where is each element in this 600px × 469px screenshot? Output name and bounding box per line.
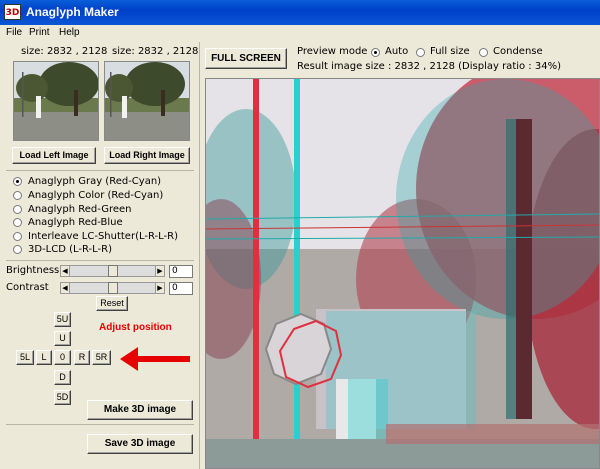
anaglyph-preview-image — [205, 78, 600, 469]
app-3d-icon: 3D — [4, 4, 21, 20]
left-image-size: size: 2832 , 2128 — [21, 46, 108, 57]
reset-button[interactable]: Reset — [96, 296, 128, 311]
radio-icon[interactable] — [13, 245, 22, 254]
preview-condense-radio[interactable] — [479, 48, 488, 57]
move-down-5-button[interactable]: 5D — [54, 390, 71, 405]
mode-label: Anaglyph Red-Blue — [28, 217, 123, 228]
right-image-thumbnail — [104, 61, 190, 141]
slider-thumb[interactable] — [108, 282, 118, 294]
mode-label: Anaglyph Gray (Red-Cyan) — [28, 176, 162, 187]
move-up-button[interactable]: U — [54, 331, 71, 346]
preview-condense-label[interactable]: Condense — [493, 46, 543, 57]
left-image-thumbnail — [13, 61, 99, 141]
preview-fullsize-label[interactable]: Full size — [430, 46, 470, 57]
slider-thumb[interactable] — [108, 265, 118, 277]
radio-icon[interactable] — [13, 205, 22, 214]
result-image-size: Result image size : 2832 , 2128 (Display… — [297, 61, 561, 72]
window-title: Anaglyph Maker — [26, 5, 119, 19]
load-left-image-button[interactable]: Load Left Image — [12, 147, 96, 164]
load-right-image-button[interactable]: Load Right Image — [104, 147, 190, 164]
radio-icon[interactable] — [13, 218, 22, 227]
brightness-value[interactable]: 0 — [169, 265, 193, 278]
mode-label: Anaglyph Red-Green — [28, 204, 132, 215]
slider-right-arrow-icon[interactable]: ▶ — [155, 283, 164, 293]
preview-mode-label: Preview mode — [297, 46, 368, 57]
adjust-position-label: Adjust position — [99, 322, 172, 333]
preview-panel: FULL SCREEN Preview mode Auto Full size … — [201, 42, 600, 469]
move-center-button[interactable]: 0 — [54, 350, 71, 365]
menu-file[interactable]: File — [6, 27, 22, 38]
contrast-value[interactable]: 0 — [169, 282, 193, 295]
preview-fullsize-radio[interactable] — [416, 48, 425, 57]
slider-right-arrow-icon[interactable]: ▶ — [155, 266, 164, 276]
divider — [6, 260, 194, 261]
right-image-size: size: 2832 , 2128 — [112, 46, 199, 57]
slider-left-arrow-icon[interactable]: ◀ — [61, 283, 70, 293]
mode-label: 3D-LCD (L-R-L-R) — [28, 244, 113, 255]
radio-icon[interactable] — [13, 177, 22, 186]
make-3d-image-button[interactable]: Make 3D image — [87, 400, 193, 420]
slider-left-arrow-icon[interactable]: ◀ — [61, 266, 70, 276]
preview-auto-label[interactable]: Auto — [385, 46, 408, 57]
divider — [6, 424, 194, 425]
mode-label: Anaglyph Color (Red-Cyan) — [28, 190, 164, 201]
radio-icon[interactable] — [13, 232, 22, 241]
brightness-label: Brightness — [6, 265, 60, 276]
contrast-label: Contrast — [6, 282, 49, 293]
control-panel: size: 2832 , 2128 size: 2832 , 2128 Load… — [0, 42, 200, 469]
move-right-button[interactable]: R — [74, 350, 90, 365]
save-3d-image-button[interactable]: Save 3D image — [87, 434, 193, 454]
menu-help[interactable]: Help — [59, 27, 80, 38]
move-down-button[interactable]: D — [54, 370, 71, 385]
brightness-slider[interactable]: ◀ ▶ — [60, 265, 165, 277]
menu-bar: File Print Help — [0, 25, 600, 42]
move-right-5-button[interactable]: 5R — [92, 350, 111, 365]
radio-icon[interactable] — [13, 191, 22, 200]
full-screen-button[interactable]: FULL SCREEN — [205, 48, 287, 69]
mode-label: Interleave LC-Shutter(L-R-L-R) — [28, 231, 178, 242]
divider — [6, 170, 194, 171]
title-bar[interactable]: 3D Anaglyph Maker — [0, 0, 600, 25]
move-left-button[interactable]: L — [36, 350, 52, 365]
contrast-slider[interactable]: ◀ ▶ — [60, 282, 165, 294]
move-up-5-button[interactable]: 5U — [54, 312, 71, 327]
red-arrow-icon — [120, 347, 190, 371]
menu-print[interactable]: Print — [29, 27, 50, 38]
preview-auto-radio[interactable] — [371, 48, 380, 57]
move-left-5-button[interactable]: 5L — [16, 350, 34, 365]
